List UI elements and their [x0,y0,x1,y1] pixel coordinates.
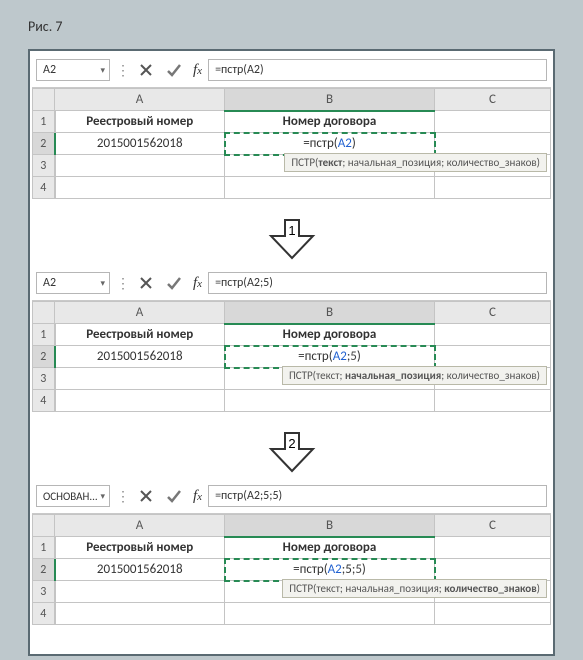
formula-bar: ОСНОВАН... ▾ ⋮ fx =пстр(A2;5;5) [32,481,551,514]
col-header-B[interactable]: B [225,515,435,537]
panel-step3: ОСНОВАН... ▾ ⋮ fx =пстр(A2;5;5) A B C 1 … [32,481,551,638]
fx-icon[interactable]: fx [193,488,202,505]
panel-step1: A2 ▾ ⋮ fx =пстр(A2) A B C 1 Реестровый н… [32,55,551,212]
col-header-B[interactable]: B [225,302,435,324]
select-all-corner[interactable] [33,89,55,111]
formula-text: =пстр(A2;5) [215,276,273,290]
cancel-icon[interactable] [137,61,155,79]
separator-icon: ⋮ [116,488,131,505]
row-header-2[interactable]: 2 [33,133,55,155]
svg-text:2: 2 [288,436,295,451]
dropdown-icon[interactable]: ▾ [100,278,105,289]
col-header-A[interactable]: A [55,89,225,111]
formula-input[interactable]: =пстр(A2;5;5) [208,485,547,507]
dropdown-icon[interactable]: ▾ [100,491,105,502]
cell-B2[interactable]: =пстр(A2;5) [225,346,435,368]
row-header-1[interactable]: 1 [33,111,55,133]
cell-C2[interactable] [435,346,551,368]
panel-step2: A2 ▾ ⋮ fx =пстр(A2;5) A B C 1 Реестровый… [32,268,551,425]
function-tooltip: ПСТР(текст; начальная_позиция; количеств… [32,153,551,172]
col-header-C[interactable]: C [435,515,551,537]
cell-B1[interactable]: Номер договора [225,324,435,346]
cell-A2[interactable]: 2015001562018 [55,346,225,368]
cell-B1[interactable]: Номер договора [225,111,435,133]
row-header-1[interactable]: 1 [33,324,55,346]
cell-A1[interactable]: Реестровый номер [55,111,225,133]
name-box-value: A2 [43,63,56,77]
col-header-A[interactable]: A [55,515,225,537]
cell-B1[interactable]: Номер договора [225,537,435,559]
accept-icon[interactable] [165,487,183,505]
name-box[interactable]: A2 ▾ [36,272,110,294]
separator-icon: ⋮ [116,62,131,79]
cell-B2[interactable]: =пстр(A2) [225,133,435,155]
col-header-C[interactable]: C [435,302,551,324]
formula-text: =пстр(A2) [215,63,264,77]
row-header-2[interactable]: 2 [33,346,55,368]
name-box-value: ОСНОВАН... [43,490,98,503]
row-header-1[interactable]: 1 [33,537,55,559]
accept-icon[interactable] [165,61,183,79]
arrow-step-1: 1 [32,218,551,262]
formula-bar: A2 ▾ ⋮ fx =пстр(A2) [32,55,551,88]
select-all-corner[interactable] [33,515,55,537]
col-header-C[interactable]: C [435,89,551,111]
cell-C1[interactable] [435,324,551,346]
cell-A2[interactable]: 2015001562018 [55,133,225,155]
function-tooltip: ПСТР(текст; начальная_позиция; количеств… [32,366,551,385]
cell-C2[interactable] [435,559,551,581]
cell-C1[interactable] [435,537,551,559]
cell-B2[interactable]: =пстр(A2;5;5) [225,559,435,581]
formula-input[interactable]: =пстр(A2;5) [208,272,547,294]
name-box[interactable]: ОСНОВАН... ▾ [36,485,110,507]
figure-frame: A2 ▾ ⋮ fx =пстр(A2) A B C 1 Реестровый н… [28,49,555,656]
figure-caption: Рис. 7 [28,18,555,35]
cell-A1[interactable]: Реестровый номер [55,537,225,559]
arrow-step-2: 2 [32,431,551,475]
row-header-2[interactable]: 2 [33,559,55,581]
cell-A1[interactable]: Реестровый номер [55,324,225,346]
formula-bar: A2 ▾ ⋮ fx =пстр(A2;5) [32,268,551,301]
cancel-icon[interactable] [137,487,155,505]
name-box-value: A2 [43,276,56,290]
fx-icon[interactable]: fx [193,62,202,79]
formula-text: =пстр(A2;5;5) [215,489,282,503]
separator-icon: ⋮ [116,275,131,292]
cell-C2[interactable] [435,133,551,155]
cancel-icon[interactable] [137,274,155,292]
col-header-A[interactable]: A [55,302,225,324]
cell-C1[interactable] [435,111,551,133]
select-all-corner[interactable] [33,302,55,324]
col-header-B[interactable]: B [225,89,435,111]
function-tooltip: ПСТР(текст; начальная_позиция; количеств… [32,579,551,598]
fx-icon[interactable]: fx [193,275,202,292]
cell-A2[interactable]: 2015001562018 [55,559,225,581]
name-box[interactable]: A2 ▾ [36,59,110,81]
formula-input[interactable]: =пстр(A2) [208,59,547,81]
svg-text:1: 1 [288,223,295,238]
accept-icon[interactable] [165,274,183,292]
dropdown-icon[interactable]: ▾ [100,65,105,76]
